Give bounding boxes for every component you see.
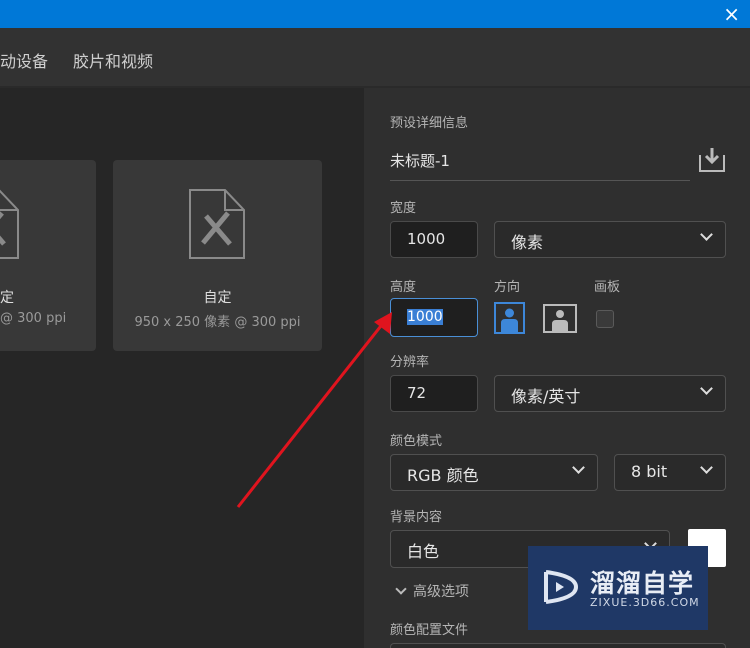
width-label: 宽度 — [390, 201, 417, 216]
artboard-label: 画板 — [594, 280, 621, 295]
bit-depth-select[interactable]: 8 bit — [614, 454, 726, 491]
landscape-orientation-icon[interactable] — [543, 304, 577, 333]
resolution-unit-select[interactable]: 像素/英寸 — [494, 375, 726, 412]
watermark-url: ZIXUE.3D66.COM — [590, 596, 700, 609]
height-value-selected: 1000 — [407, 309, 443, 325]
width-unit-select[interactable]: 像素 — [494, 221, 726, 258]
advanced-options-label: 高级选项 — [413, 584, 469, 600]
portrait-orientation-icon[interactable] — [494, 302, 525, 334]
color-mode-value: RGB 颜色 — [407, 466, 479, 485]
color-profile-label: 颜色配置文件 — [390, 623, 469, 638]
preset-card[interactable]: 定 @ 300 ppi — [0, 160, 96, 351]
color-mode-label: 颜色模式 — [390, 434, 443, 449]
resolution-label: 分辨率 — [390, 355, 430, 370]
width-unit-value: 像素 — [511, 233, 544, 252]
background-label: 背景内容 — [390, 510, 443, 525]
chevron-down-icon — [700, 461, 713, 474]
artboard-checkbox[interactable] — [596, 310, 614, 328]
title-bar: × — [0, 0, 750, 28]
tab-mobile[interactable]: 动设备 — [0, 48, 48, 72]
bit-depth-value: 8 bit — [631, 462, 668, 481]
play-logo-icon — [544, 570, 578, 604]
resolution-input[interactable]: 72 — [390, 375, 478, 412]
height-label: 高度 — [390, 280, 417, 295]
preset-size: @ 300 ppi — [0, 311, 67, 326]
color-mode-select[interactable]: RGB 颜色 — [390, 454, 598, 491]
background-value: 白色 — [407, 542, 440, 561]
width-input[interactable]: 1000 — [390, 221, 478, 258]
advanced-options-toggle[interactable]: 高级选项 — [395, 581, 469, 601]
preset-tabs: 动设备 胶片和视频 — [0, 28, 750, 88]
height-input[interactable]: 1000 — [390, 298, 478, 337]
tab-film-video[interactable]: 胶片和视频 — [73, 48, 153, 72]
document-name-input[interactable]: 未标题-1 — [390, 150, 690, 181]
chevron-down-icon — [572, 461, 585, 474]
chevron-down-icon — [700, 382, 713, 395]
document-icon — [0, 189, 19, 259]
preset-name: 定 — [0, 290, 14, 306]
preset-card[interactable]: 自定 950 x 250 像素 @ 300 ppi — [113, 160, 322, 351]
preset-name: 自定 — [203, 290, 232, 306]
chevron-down-icon — [395, 583, 407, 595]
details-heading: 预设详细信息 — [390, 116, 469, 131]
close-icon[interactable]: × — [723, 2, 740, 26]
document-icon — [189, 189, 245, 259]
resolution-unit-value: 像素/英寸 — [511, 387, 581, 406]
watermark: 溜溜自学 ZIXUE.3D66.COM — [528, 546, 708, 630]
watermark-title: 溜溜自学 — [590, 569, 695, 598]
save-preset-icon[interactable] — [698, 145, 726, 173]
chevron-down-icon — [700, 228, 713, 241]
orientation-label: 方向 — [494, 280, 521, 295]
color-profile-select[interactable] — [390, 643, 726, 648]
preset-size: 950 x 250 像素 @ 300 ppi — [134, 315, 301, 330]
